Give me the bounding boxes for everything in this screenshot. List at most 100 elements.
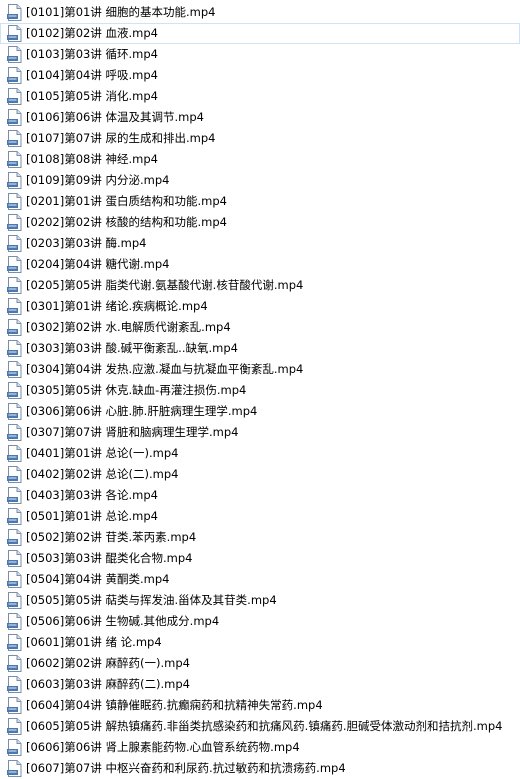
file-name: [0301]第01讲 绪论.疾病概论.mp4 bbox=[26, 299, 208, 313]
mp4-file-icon bbox=[7, 130, 22, 147]
file-item[interactable]: [0606]第06讲 肾上腺素能药物.心血管系统药物.mp4 bbox=[0, 737, 520, 758]
file-name: [0403]第03讲 各论.mp4 bbox=[26, 488, 159, 502]
file-item[interactable]: [0605]第05讲 解热镇痛药.非甾类抗感染药和抗痛风药.镇痛药.胆碱受体激动… bbox=[0, 716, 520, 737]
mp4-file-icon bbox=[7, 340, 22, 357]
file-name: [0402]第02讲 总论(二).mp4 bbox=[26, 467, 179, 481]
mp4-file-icon bbox=[7, 676, 22, 693]
file-item[interactable]: [0402]第02讲 总论(二).mp4 bbox=[0, 464, 520, 485]
mp4-file-icon bbox=[7, 319, 22, 336]
file-name: [0201]第01讲 蛋白质结构和功能.mp4 bbox=[26, 194, 228, 208]
file-name: [0305]第05讲 休克.缺血-再灌注损伤.mp4 bbox=[26, 383, 247, 397]
file-name: [0101]第01讲 细胞的基本功能.mp4 bbox=[26, 5, 216, 19]
mp4-file-icon bbox=[7, 298, 22, 315]
file-item[interactable]: [0201]第01讲 蛋白质结构和功能.mp4 bbox=[0, 191, 520, 212]
file-item[interactable]: [0302]第02讲 水.电解质代谢紊乱.mp4 bbox=[0, 317, 520, 338]
file-item[interactable]: [0105]第05讲 消化.mp4 bbox=[0, 86, 520, 107]
file-name: [0104]第04讲 呼吸.mp4 bbox=[26, 68, 159, 82]
file-item[interactable]: [0601]第01讲 绪 论.mp4 bbox=[0, 632, 520, 653]
mp4-file-icon bbox=[7, 613, 22, 630]
file-item[interactable]: [0106]第06讲 体温及其调节.mp4 bbox=[0, 107, 520, 128]
file-item[interactable]: [0108]第08讲 神经.mp4 bbox=[0, 149, 520, 170]
file-item[interactable]: [0301]第01讲 绪论.疾病概论.mp4 bbox=[0, 296, 520, 317]
mp4-file-icon bbox=[7, 46, 22, 63]
file-item[interactable]: [0104]第04讲 呼吸.mp4 bbox=[0, 65, 520, 86]
mp4-file-icon bbox=[7, 487, 22, 504]
file-name: [0503]第03讲 醌类化合物.mp4 bbox=[26, 551, 193, 565]
mp4-file-icon bbox=[7, 361, 22, 378]
file-name: [0307]第07讲 肾脏和脑病理生理学.mp4 bbox=[26, 425, 239, 439]
mp4-file-icon bbox=[7, 718, 22, 735]
file-name: [0505]第05讲 萜类与挥发油.甾体及其苷类.mp4 bbox=[26, 593, 277, 607]
mp4-file-icon bbox=[7, 529, 22, 546]
file-name: [0205]第05讲 脂类代谢.氨基酸代谢.核苷酸代谢.mp4 bbox=[26, 278, 304, 292]
mp4-file-icon bbox=[7, 4, 22, 21]
file-item[interactable]: [0303]第03讲 酸.碱平衡紊乱..缺氧.mp4 bbox=[0, 338, 520, 359]
file-name: [0105]第05讲 消化.mp4 bbox=[26, 89, 159, 103]
file-item[interactable]: [0503]第03讲 醌类化合物.mp4 bbox=[0, 548, 520, 569]
file-name: [0108]第08讲 神经.mp4 bbox=[26, 152, 159, 166]
file-name: [0604]第04讲 镇静催眠药.抗癫痫药和抗精神失常药.mp4 bbox=[26, 698, 323, 712]
file-item[interactable]: [0602]第02讲 麻醉药(一).mp4 bbox=[0, 653, 520, 674]
file-item[interactable]: [0505]第05讲 萜类与挥发油.甾体及其苷类.mp4 bbox=[0, 590, 520, 611]
file-name: [0607]第07讲 中枢兴奋药和利尿药.抗过敏药和抗溃疡药.mp4 bbox=[26, 761, 346, 775]
file-item[interactable]: [0501]第01讲 总论.mp4 bbox=[0, 506, 520, 527]
mp4-file-icon bbox=[7, 508, 22, 525]
mp4-file-icon bbox=[7, 235, 22, 252]
mp4-file-icon bbox=[7, 151, 22, 168]
mp4-file-icon bbox=[7, 424, 22, 441]
file-item[interactable]: [0403]第03讲 各论.mp4 bbox=[0, 485, 520, 506]
file-item[interactable]: [0203]第03讲 酶.mp4 bbox=[0, 233, 520, 254]
mp4-file-icon bbox=[7, 760, 22, 777]
mp4-file-icon bbox=[7, 256, 22, 273]
file-item[interactable]: [0204]第04讲 糖代谢.mp4 bbox=[0, 254, 520, 275]
file-item[interactable]: [0607]第07讲 中枢兴奋药和利尿药.抗过敏药和抗溃疡药.mp4 bbox=[0, 758, 520, 779]
file-item[interactable]: [0101]第01讲 细胞的基本功能.mp4 bbox=[0, 2, 520, 23]
mp4-file-icon bbox=[7, 25, 22, 42]
file-item[interactable]: [0401]第01讲 总论(一).mp4 bbox=[0, 443, 520, 464]
mp4-file-icon bbox=[7, 592, 22, 609]
file-item[interactable]: [0109]第09讲 内分泌.mp4 bbox=[0, 170, 520, 191]
mp4-file-icon bbox=[7, 550, 22, 567]
file-name: [0304]第04讲 发热.应激.凝血与抗凝血平衡紊乱.mp4 bbox=[26, 362, 304, 376]
file-item[interactable]: [0305]第05讲 休克.缺血-再灌注损伤.mp4 bbox=[0, 380, 520, 401]
file-item[interactable]: [0306]第06讲 心脏.肺.肝脏病理生理学.mp4 bbox=[0, 401, 520, 422]
mp4-file-icon bbox=[7, 403, 22, 420]
file-name: [0502]第02讲 苷类.苯丙素.mp4 bbox=[26, 530, 197, 544]
file-name: [0504]第04讲 黄酮类.mp4 bbox=[26, 572, 170, 586]
file-item[interactable]: [0603]第03讲 麻醉药(二).mp4 bbox=[0, 674, 520, 695]
file-item[interactable]: [0107]第07讲 尿的生成和排出.mp4 bbox=[0, 128, 520, 149]
file-item[interactable]: [0502]第02讲 苷类.苯丙素.mp4 bbox=[0, 527, 520, 548]
file-name: [0102]第02讲 血液.mp4 bbox=[26, 26, 159, 40]
mp4-file-icon bbox=[7, 172, 22, 189]
mp4-file-icon bbox=[7, 739, 22, 756]
file-item[interactable]: [0102]第02讲 血液.mp4 bbox=[0, 23, 520, 44]
file-name: [0401]第01讲 总论(一).mp4 bbox=[26, 446, 179, 460]
file-name: [0605]第05讲 解热镇痛药.非甾类抗感染药和抗痛风药.镇痛药.胆碱受体激动… bbox=[26, 719, 503, 733]
file-list: [0101]第01讲 细胞的基本功能.mp4 [0102]第02讲 血液.mp4 [… bbox=[0, 0, 520, 777]
file-name: [0501]第01讲 总论.mp4 bbox=[26, 509, 159, 523]
mp4-file-icon bbox=[7, 193, 22, 210]
mp4-file-icon bbox=[7, 466, 22, 483]
file-name: [0506]第06讲 生物碱.其他成分.mp4 bbox=[26, 614, 220, 628]
file-name: [0602]第02讲 麻醉药(一).mp4 bbox=[26, 656, 190, 670]
file-name: [0306]第06讲 心脏.肺.肝脏病理生理学.mp4 bbox=[26, 404, 258, 418]
mp4-file-icon bbox=[7, 67, 22, 84]
mp4-file-icon bbox=[7, 382, 22, 399]
mp4-file-icon bbox=[7, 277, 22, 294]
file-name: [0204]第04讲 糖代谢.mp4 bbox=[26, 257, 170, 271]
file-name: [0203]第03讲 酶.mp4 bbox=[26, 236, 147, 250]
file-item[interactable]: [0604]第04讲 镇静催眠药.抗癫痫药和抗精神失常药.mp4 bbox=[0, 695, 520, 716]
mp4-file-icon bbox=[7, 445, 22, 462]
file-name: [0109]第09讲 内分泌.mp4 bbox=[26, 173, 170, 187]
file-item[interactable]: [0103]第03讲 循环.mp4 bbox=[0, 44, 520, 65]
mp4-file-icon bbox=[7, 697, 22, 714]
file-name: [0103]第03讲 循环.mp4 bbox=[26, 47, 159, 61]
file-item[interactable]: [0304]第04讲 发热.应激.凝血与抗凝血平衡紊乱.mp4 bbox=[0, 359, 520, 380]
file-item[interactable]: [0506]第06讲 生物碱.其他成分.mp4 bbox=[0, 611, 520, 632]
file-item[interactable]: [0307]第07讲 肾脏和脑病理生理学.mp4 bbox=[0, 422, 520, 443]
file-item[interactable]: [0202]第02讲 核酸的结构和功能.mp4 bbox=[0, 212, 520, 233]
file-name: [0107]第07讲 尿的生成和排出.mp4 bbox=[26, 131, 216, 145]
file-item[interactable]: [0504]第04讲 黄酮类.mp4 bbox=[0, 569, 520, 590]
file-item[interactable]: [0205]第05讲 脂类代谢.氨基酸代谢.核苷酸代谢.mp4 bbox=[0, 275, 520, 296]
file-name: [0106]第06讲 体温及其调节.mp4 bbox=[26, 110, 205, 124]
